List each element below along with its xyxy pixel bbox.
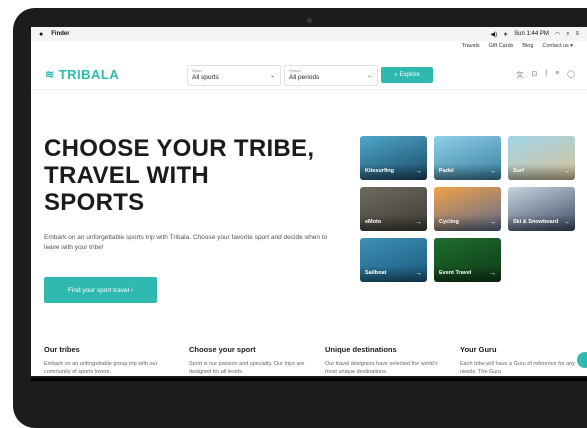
search-icon[interactable]: ⌕ <box>566 31 569 38</box>
hero-title-line: TRAVEL WITH <box>44 162 210 189</box>
feature-title: Your Guru <box>460 345 497 354</box>
feature-text: Embark on an unforgettable group trip wi… <box>44 361 158 375</box>
tile-surf[interactable]: Surf → <box>508 136 575 180</box>
arrow-right-icon: → <box>489 270 496 277</box>
menu-icon[interactable]: ≡ <box>555 70 559 80</box>
logo[interactable]: ≋ TRIBALA <box>45 67 119 82</box>
arrow-right-icon: → <box>415 270 422 277</box>
wifi-icon[interactable]: ◠ <box>555 31 560 38</box>
tile-emoto[interactable]: eMoto → <box>360 187 427 231</box>
divider: | <box>545 70 548 77</box>
search-icon: ⌕ <box>394 71 398 78</box>
feature-choose-sport: Choose your sport Sport is our passion a… <box>189 345 314 376</box>
nav-blog[interactable]: Blog <box>522 43 533 49</box>
nav-gift-cards[interactable]: Gift Cards <box>489 43 514 49</box>
feature-text: Sport is our passion and specialty. Our … <box>189 361 305 375</box>
explore-label: Explore <box>399 72 420 78</box>
tile-label: Event Travel <box>439 270 472 276</box>
tile-cycling[interactable]: Cycling → <box>434 187 501 231</box>
arrow-right-icon: → <box>415 219 422 226</box>
hero-title-line: CHOOSE YOUR TRIBE, <box>44 135 315 162</box>
period-select-value: All periods <box>289 74 320 81</box>
arrow-right-icon: → <box>489 219 496 226</box>
tile-label: Surf <box>513 168 524 174</box>
menubar-status: ◀) ∗ Sun 1:44 PM ◠ ⌕ ≡ <box>491 31 579 38</box>
tile-sailboat[interactable]: Sailboat → <box>360 238 427 282</box>
logo-text: TRIBALA <box>58 67 120 82</box>
tile-label: Padel <box>439 168 454 174</box>
feature-title: Choose your sport <box>189 345 256 354</box>
feature-text: Our travel designers have selected the w… <box>325 361 438 375</box>
nav-contact[interactable]: Contact us ▾ <box>542 43 573 49</box>
feature-unique-destinations: Unique destinations Our travel designers… <box>325 345 450 376</box>
tile-label: Sailboat <box>365 270 387 276</box>
chat-icon[interactable] <box>577 352 587 368</box>
tile-event-travel[interactable]: Event Travel → <box>434 238 501 282</box>
tile-label: Kitesurfing <box>365 168 395 174</box>
tile-label: eMoto <box>365 219 382 225</box>
arrow-right-icon: → <box>489 168 496 175</box>
bluetooth-icon[interactable]: ∗ <box>503 31 508 38</box>
camera-icon <box>307 18 312 23</box>
explore-button[interactable]: ⌕ Explore <box>381 67 433 83</box>
screen-bottom-edge <box>31 378 587 381</box>
chevron-down-icon: ⌄ <box>269 73 275 79</box>
header-icons: 文 ⊡ | ≡ ◯ <box>516 70 575 80</box>
arrow-right-icon: → <box>563 219 570 226</box>
apple-icon[interactable]: ● <box>39 31 43 38</box>
screen: ● Finder ◀) ∗ Sun 1:44 PM ◠ ⌕ ≡ Travels … <box>31 27 587 376</box>
menu-icon[interactable]: ≡ <box>575 31 579 37</box>
feature-your-guru: Your Guru Each tribe will have a Guru of… <box>460 345 585 376</box>
menubar: ● Finder ◀) ∗ Sun 1:44 PM ◠ ⌕ ≡ <box>31 27 587 41</box>
feature-title: Unique destinations <box>325 345 397 354</box>
hero-title: CHOOSE YOUR TRIBE, TRAVEL WITH SPORTS <box>44 135 344 216</box>
app-name[interactable]: Finder <box>51 31 69 37</box>
tile-label: Ski & Snowboard <box>513 219 559 225</box>
feature-our-tribes: Our tribes Embark on an unforgettable gr… <box>44 345 169 376</box>
hero-title-line: SPORTS <box>44 189 145 216</box>
sport-select-value: All sports <box>192 74 219 81</box>
top-nav: Travels Gift Cards Blog Contact us ▾ <box>462 43 573 49</box>
language-icon[interactable]: 文 <box>516 70 523 80</box>
volume-icon[interactable]: ◀) <box>491 31 498 38</box>
tile-kitesurfing[interactable]: Kitesurfing → <box>360 136 427 180</box>
tile-ski-snowboard[interactable]: Ski & Snowboard → <box>508 187 575 231</box>
period-select[interactable]: Period All periods ⌄ <box>284 65 378 86</box>
arrow-right-icon: → <box>415 168 422 175</box>
feature-text: Each tribe will have a Guru of reference… <box>460 361 575 375</box>
header: ≋ TRIBALA Sport All sports ⌄ Period All … <box>31 61 587 90</box>
cart-icon[interactable]: ⊡ <box>531 70 537 80</box>
logo-icon: ≋ <box>45 69 55 81</box>
sport-select[interactable]: Sport All sports ⌄ <box>187 65 281 86</box>
hero-subtitle: Embark on an unforgettable sports trip w… <box>44 234 328 251</box>
period-select-label: Period <box>289 68 301 73</box>
user-icon[interactable]: ◯ <box>567 70 575 80</box>
find-travel-button[interactable]: Find your sport travel › <box>44 277 157 303</box>
arrow-right-icon: → <box>563 168 570 175</box>
chevron-down-icon: ⌄ <box>366 73 372 79</box>
tile-padel[interactable]: Padel → <box>434 136 501 180</box>
feature-title: Our tribes <box>44 345 80 354</box>
sport-select-label: Sport <box>192 68 202 73</box>
clock[interactable]: Sun 1:44 PM <box>514 31 549 37</box>
tile-label: Cycling <box>439 219 459 225</box>
nav-travels[interactable]: Travels <box>462 43 480 49</box>
